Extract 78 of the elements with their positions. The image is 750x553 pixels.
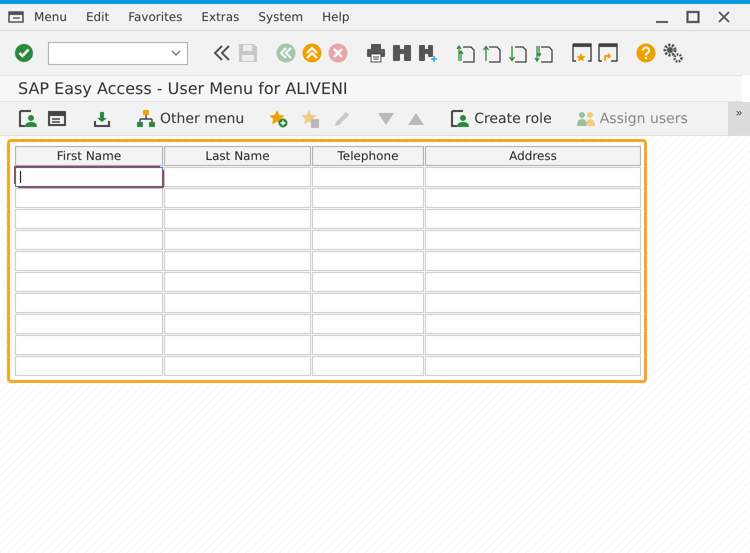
input-field[interactable]	[164, 167, 311, 187]
page-up-arrow-icon[interactable]	[482, 43, 502, 63]
menu-window-icon[interactable]	[48, 108, 68, 128]
close-icon[interactable]	[717, 10, 731, 24]
input-field[interactable]	[425, 335, 641, 355]
maximize-icon[interactable]	[686, 10, 700, 24]
input-field[interactable]	[312, 272, 424, 292]
menu-item[interactable]: Menu	[34, 10, 67, 24]
input-field[interactable]	[312, 335, 424, 355]
page-down-arrow-icon[interactable]	[508, 43, 528, 63]
input-field[interactable]	[425, 209, 641, 229]
input-field[interactable]	[312, 230, 424, 250]
star-plus-icon[interactable]	[268, 108, 290, 128]
menu-item[interactable]: Edit	[86, 10, 110, 24]
input-field[interactable]	[164, 335, 311, 355]
page-up-arrows-icon[interactable]	[456, 43, 476, 63]
enter-icon[interactable]	[14, 43, 34, 63]
input-field[interactable]	[15, 314, 163, 334]
input-field[interactable]	[425, 251, 641, 271]
input-field[interactable]	[425, 167, 641, 187]
input-field[interactable]	[312, 251, 424, 271]
input-field[interactable]	[164, 314, 311, 334]
input-field[interactable]	[425, 356, 641, 376]
input-field[interactable]	[15, 335, 163, 355]
input-field[interactable]	[312, 209, 424, 229]
column-header: Last Name	[164, 146, 311, 166]
input-field[interactable]	[312, 314, 424, 334]
printer-icon[interactable]	[366, 43, 386, 63]
input-field[interactable]	[164, 272, 311, 292]
input-field[interactable]	[164, 356, 311, 376]
binoculars-icon[interactable]	[392, 43, 412, 63]
menu-item[interactable]: Extras	[201, 10, 240, 24]
menu-item[interactable]: Help	[322, 10, 350, 24]
settings-icon[interactable]	[662, 42, 684, 64]
page-down-arrows-icon[interactable]	[534, 43, 554, 63]
column-header: First Name	[15, 146, 163, 166]
input-field[interactable]	[164, 188, 311, 208]
input-field[interactable]	[164, 230, 311, 250]
menu-icon[interactable]	[8, 10, 24, 24]
input-field[interactable]	[15, 356, 163, 376]
create-role-button[interactable]: Create role	[450, 108, 552, 128]
more-button[interactable]: »	[728, 102, 750, 135]
input-field[interactable]	[312, 188, 424, 208]
hierarchy-icon	[136, 108, 156, 128]
input-field[interactable]	[164, 251, 311, 271]
input-field[interactable]	[15, 272, 163, 292]
input-field[interactable]	[425, 230, 641, 250]
window-star-icon[interactable]	[572, 43, 592, 63]
input-field[interactable]	[15, 188, 163, 208]
input-field[interactable]	[15, 251, 163, 271]
menu-item[interactable]: Favorites	[128, 10, 182, 24]
help-icon[interactable]	[636, 43, 656, 63]
command-field[interactable]	[48, 42, 188, 64]
menu-item[interactable]: System	[258, 10, 304, 24]
exit-icon[interactable]	[302, 43, 322, 63]
input-field[interactable]	[425, 314, 641, 334]
other-menu-button[interactable]: Other menu	[136, 108, 244, 128]
user-menu-icon[interactable]	[18, 108, 38, 128]
input-field[interactable]	[425, 188, 641, 208]
input-field[interactable]	[15, 209, 163, 229]
input-field[interactable]	[164, 293, 311, 313]
input-field[interactable]	[312, 293, 424, 313]
binoculars-plus-icon[interactable]	[418, 43, 438, 63]
caret-icon[interactable]	[171, 50, 181, 56]
input-field[interactable]	[15, 167, 163, 187]
input-field[interactable]	[15, 293, 163, 313]
window-arrow-icon[interactable]	[598, 43, 618, 63]
create-role-icon	[450, 108, 470, 128]
double-chevron-icon[interactable]	[212, 43, 232, 63]
screen-title: SAP Easy Access - User Menu for ALIVENI	[18, 79, 348, 98]
input-field[interactable]	[312, 356, 424, 376]
input-field[interactable]	[15, 230, 163, 250]
input-field[interactable]	[312, 167, 424, 187]
column-header: Address	[425, 146, 641, 166]
input-field[interactable]	[425, 293, 641, 313]
column-header: Telephone	[312, 146, 424, 166]
input-field[interactable]	[425, 272, 641, 292]
input-field[interactable]	[164, 209, 311, 229]
